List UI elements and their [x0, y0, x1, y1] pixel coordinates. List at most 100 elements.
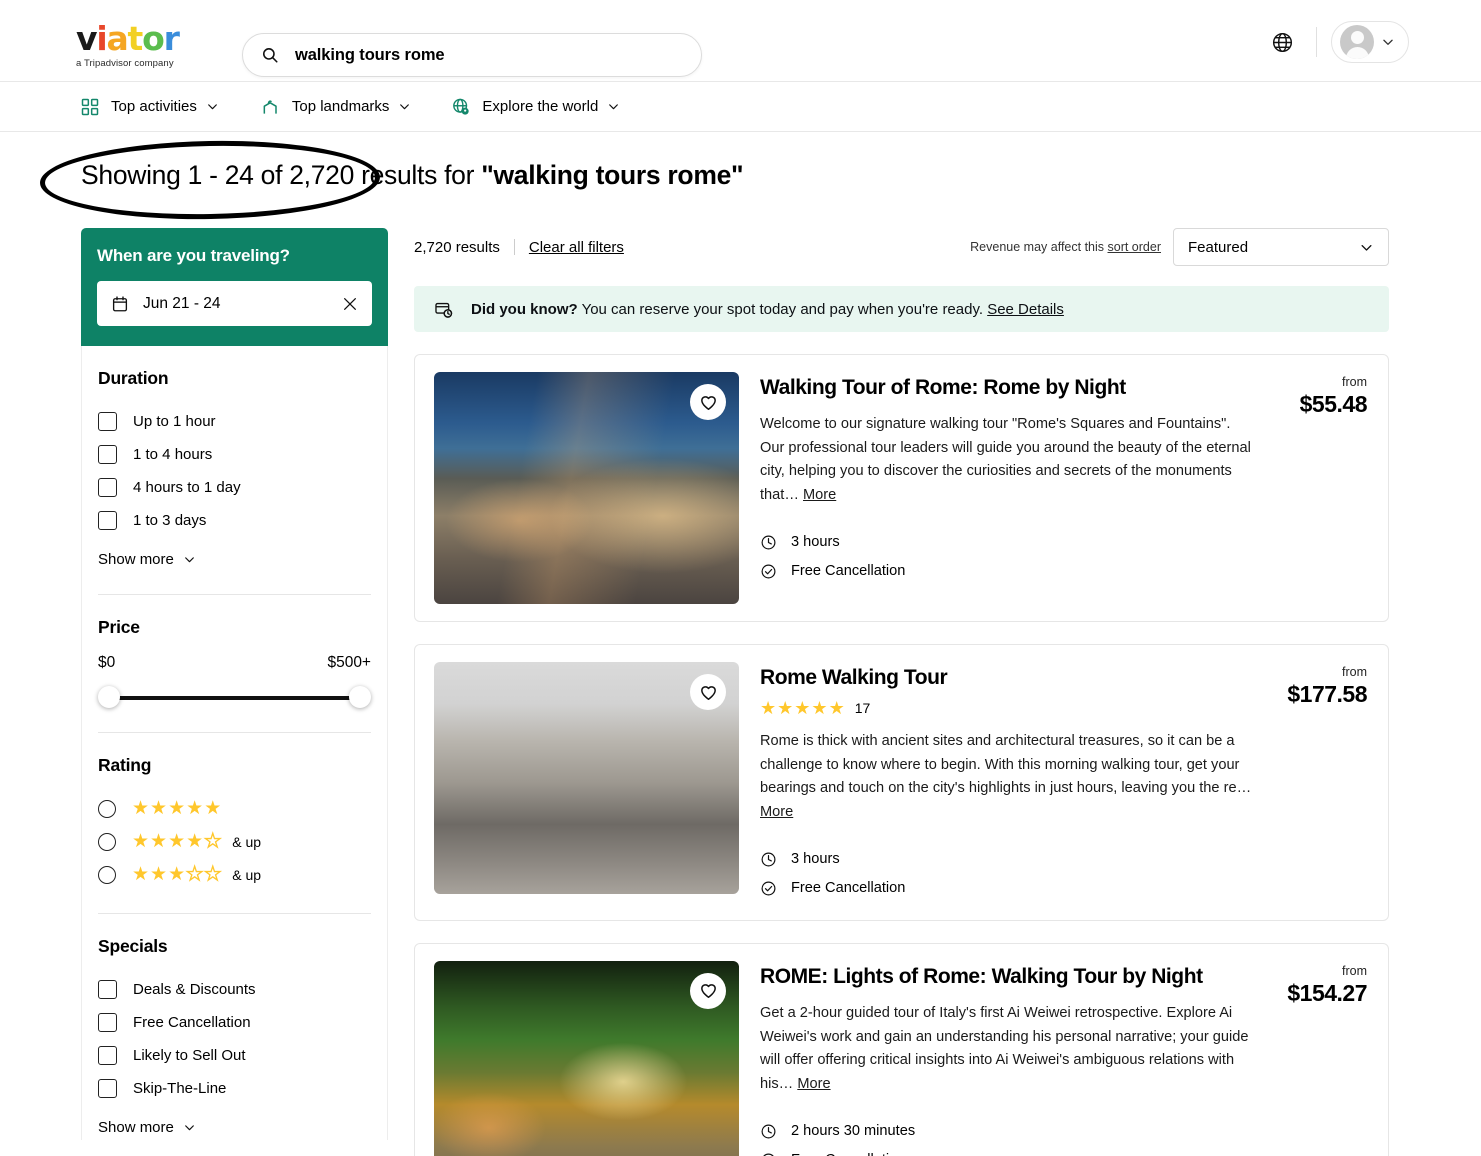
filter-option-duration[interactable]: Up to 1 hour — [98, 405, 371, 438]
radio[interactable] — [98, 800, 116, 818]
star-icon: ★ — [132, 865, 149, 884]
logo-letter: o — [142, 22, 163, 55]
logo-letter: i — [96, 22, 106, 55]
tour-duration-label: 3 hours — [791, 534, 840, 550]
checkbox[interactable] — [98, 412, 117, 431]
close-icon[interactable] — [342, 296, 358, 312]
tour-image[interactable] — [434, 372, 739, 604]
filter-option-duration[interactable]: 1 to 4 hours — [98, 438, 371, 471]
wishlist-button[interactable] — [690, 973, 726, 1009]
date-range-input[interactable]: Jun 21 - 24 — [97, 281, 372, 326]
date-filter-title: When are you traveling? — [97, 246, 372, 266]
filter-option-special[interactable]: Free Cancellation — [98, 1006, 371, 1039]
tour-card[interactable]: ROME: Lights of Rome: Walking Tour by Ni… — [414, 943, 1389, 1156]
tour-price: from $177.58 — [1287, 665, 1367, 708]
landmark-icon — [261, 97, 281, 117]
wishlist-button[interactable] — [690, 674, 726, 710]
sort-order-link[interactable]: sort order — [1108, 240, 1162, 254]
tour-title[interactable]: ROME: Lights of Rome: Walking Tour by Ni… — [760, 964, 1371, 989]
star-icon: ★ — [132, 799, 149, 818]
clear-all-filters-link[interactable]: Clear all filters — [529, 239, 624, 256]
search-input[interactable]: walking tours rome — [295, 46, 444, 65]
slider-track — [108, 696, 361, 700]
language-button[interactable] — [1262, 22, 1302, 62]
filter-option-rating[interactable]: ★★★★★ & up — [98, 825, 371, 858]
tour-title[interactable]: Walking Tour of Rome: Rome by Night — [760, 375, 1371, 400]
more-link[interactable]: More — [760, 804, 793, 820]
checkbox[interactable] — [98, 445, 117, 464]
star-icon: ★ — [811, 699, 827, 717]
checkbox[interactable] — [98, 1013, 117, 1032]
price-max-label: $500+ — [327, 654, 371, 672]
primary-nav: Top activities Top landmarks Explore the… — [0, 82, 1481, 132]
checkbox[interactable] — [98, 1079, 117, 1098]
nav-item-explore-the-world[interactable]: Explore the world — [451, 97, 620, 117]
tour-description-text: Get a 2-hour guided tour of Italy's firs… — [760, 1005, 1248, 1092]
account-button[interactable] — [1331, 21, 1409, 63]
star-icon: ★ — [794, 699, 810, 717]
filter-option-duration[interactable]: 1 to 3 days — [98, 504, 371, 537]
tour-description: Rome is thick with ancient sites and arc… — [760, 730, 1255, 825]
page-title: Showing 1 - 24 of 2,720 results for "wal… — [81, 160, 743, 191]
radio[interactable] — [98, 866, 116, 884]
tour-description-text: Rome is thick with ancient sites and arc… — [760, 733, 1251, 796]
star-icon: ★ — [186, 832, 203, 851]
checkbox[interactable] — [98, 1046, 117, 1065]
checkbox[interactable] — [98, 511, 117, 530]
price-slider[interactable] — [98, 686, 371, 710]
tour-cancellation: Free Cancellation — [760, 557, 1371, 586]
tour-cancellation-label: Free Cancellation — [791, 1152, 905, 1156]
tour-card[interactable]: Rome Walking Tour ★★★★★ 17 Rome is thick… — [414, 644, 1389, 921]
chevron-down-icon — [398, 100, 411, 113]
tour-meta: 3 hours Free Cancellation — [760, 845, 1371, 903]
calendar-icon — [111, 295, 129, 313]
show-more-duration[interactable]: Show more — [98, 551, 371, 572]
tour-card[interactable]: Walking Tour of Rome: Rome by Night Welc… — [414, 354, 1389, 622]
clock-icon — [760, 1123, 777, 1140]
sort-dropdown[interactable]: Featured — [1173, 228, 1389, 266]
revenue-disclaimer-text: Revenue may affect this — [970, 240, 1107, 254]
filter-option-duration[interactable]: 4 hours to 1 day — [98, 471, 371, 504]
star-icon: ★ — [132, 832, 149, 851]
filter-option-special[interactable]: Skip-The-Line — [98, 1072, 371, 1105]
see-details-link[interactable]: See Details — [987, 301, 1064, 318]
show-more-label: Show more — [98, 1119, 174, 1136]
radio[interactable] — [98, 833, 116, 851]
rating-suffix: & up — [232, 834, 261, 850]
filter-option-rating[interactable]: ★★★★★ — [98, 792, 371, 825]
price-min-label: $0 — [98, 654, 115, 672]
tour-title[interactable]: Rome Walking Tour — [760, 665, 1371, 690]
tour-cancellation-label: Free Cancellation — [791, 563, 905, 579]
more-link[interactable]: More — [803, 487, 836, 503]
show-more-label: Show more — [98, 551, 174, 568]
show-more-specials[interactable]: Show more — [98, 1119, 371, 1140]
tour-meta: 3 hours Free Cancellation — [760, 528, 1371, 586]
viator-logo[interactable]: viator a Tripadvisor company — [76, 22, 246, 69]
slider-handle-max[interactable] — [349, 686, 371, 708]
star-icon: ★ — [168, 865, 185, 884]
star-icon: ★ — [829, 699, 845, 717]
logo-letter: t — [128, 22, 143, 55]
logo-wordmark: viator — [76, 22, 246, 55]
slider-handle-min[interactable] — [98, 686, 120, 708]
filter-option-special[interactable]: Deals & Discounts — [98, 973, 371, 1006]
banner-text: Did you know? You can reserve your spot … — [471, 301, 1064, 318]
nav-item-top-landmarks[interactable]: Top landmarks — [261, 97, 412, 117]
wishlist-button[interactable] — [690, 384, 726, 420]
chevron-down-icon — [1359, 240, 1374, 255]
viator-search-results-page: viator a Tripadvisor company walking tou… — [0, 0, 1481, 1156]
more-link[interactable]: More — [797, 1076, 830, 1092]
nav-item-top-activities[interactable]: Top activities — [80, 97, 219, 117]
search-bar[interactable]: walking tours rome — [242, 33, 702, 77]
nav-label: Top activities — [111, 98, 197, 115]
filter-option-rating[interactable]: ★★★★★ & up — [98, 858, 371, 891]
filter-title: Duration — [98, 368, 371, 389]
header-actions — [1262, 21, 1409, 63]
tour-image[interactable] — [434, 662, 739, 894]
checkbox[interactable] — [98, 478, 117, 497]
tour-image[interactable] — [434, 961, 739, 1156]
filter-option-special[interactable]: Likely to Sell Out — [98, 1039, 371, 1072]
tour-cancellation: Free Cancellation — [760, 1146, 1371, 1156]
grid-icon — [80, 97, 100, 117]
checkbox[interactable] — [98, 980, 117, 999]
